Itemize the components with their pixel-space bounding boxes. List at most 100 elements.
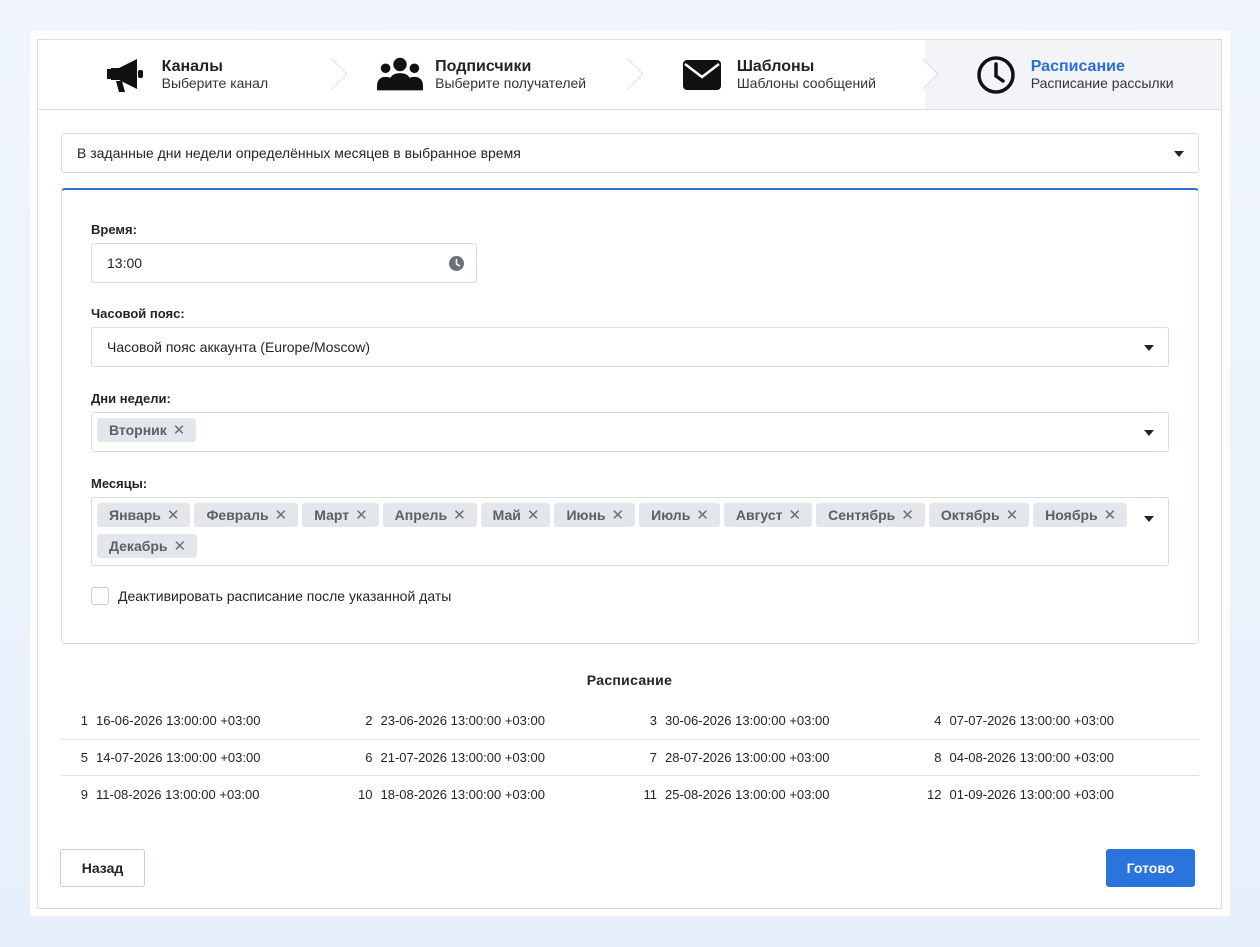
months-multiselect[interactable]: Январь ✕ Февраль ✕ Март ✕ Апрель ✕ Май ✕ Июнь… bbox=[91, 497, 1169, 566]
schedule-type-value: В заданные дни недели определённых месяц… bbox=[77, 145, 521, 161]
remove-tag-icon[interactable]: ✕ bbox=[355, 508, 368, 523]
remove-tag-icon[interactable]: ✕ bbox=[527, 508, 540, 523]
timezone-label: Часовой пояс: bbox=[91, 306, 185, 321]
clock-icon[interactable] bbox=[449, 256, 464, 274]
month-tag: Март ✕ bbox=[302, 503, 379, 527]
schedule-title: Расписание bbox=[586, 672, 673, 688]
schedule-index: 7 bbox=[649, 749, 657, 765]
back-button[interactable]: Назад bbox=[60, 849, 145, 887]
schedule-cell: 3 30-06-2026 13:00:00 +03:00 bbox=[630, 713, 915, 728]
schedule-datetime: 01-09-2026 13:00:00 +03:00 bbox=[949, 786, 1114, 802]
timezone-value: Часовой пояс аккаунта (Europe/Moscow) bbox=[107, 339, 371, 355]
schedule-index: 4 bbox=[934, 713, 942, 729]
month-tag: Май ✕ bbox=[480, 503, 551, 527]
remove-tag-icon[interactable]: ✕ bbox=[696, 508, 709, 523]
schedule-index: 3 bbox=[649, 713, 657, 729]
remove-tag-icon[interactable]: ✕ bbox=[612, 508, 625, 523]
month-tag: Сентябрь ✕ bbox=[816, 503, 925, 527]
schedule-datetime: 30-06-2026 13:00:00 +03:00 bbox=[665, 713, 830, 729]
step-title: Каналы bbox=[161, 57, 223, 75]
month-tag: Ноябрь ✕ bbox=[1033, 503, 1128, 527]
step-schedule[interactable]: Расписание Расписание рассылки bbox=[925, 40, 1221, 109]
step-subtitle: Выберите получателей bbox=[435, 74, 587, 91]
table-row: 9 11-08-2026 13:00:00 +03:00 10 18-08-2026… bbox=[61, 776, 1199, 813]
month-tag: Июнь ✕ bbox=[554, 503, 636, 527]
remove-tag-icon[interactable]: ✕ bbox=[1104, 508, 1117, 523]
deactivate-checkbox[interactable] bbox=[91, 587, 109, 605]
month-tag: Апрель ✕ bbox=[382, 503, 477, 527]
time-value: 13:00 bbox=[107, 255, 143, 271]
schedule-datetime: 28-07-2026 13:00:00 +03:00 bbox=[665, 749, 830, 765]
schedule-datetime: 14-07-2026 13:00:00 +03:00 bbox=[96, 749, 261, 765]
schedule-index: 10 bbox=[358, 786, 373, 802]
weekdays-label: Дни недели: bbox=[91, 391, 171, 406]
schedule-cell: 1 16-06-2026 13:00:00 +03:00 bbox=[61, 713, 346, 728]
schedule-index: 11 bbox=[643, 786, 658, 802]
schedule-cell: 11 25-08-2026 13:00:00 +03:00 bbox=[630, 787, 915, 802]
schedule-index: 12 bbox=[927, 786, 942, 802]
deactivate-label[interactable]: Деактивировать расписание после указанно… bbox=[118, 588, 451, 604]
step-subscribers[interactable]: Подписчики Выберите получателей bbox=[333, 40, 644, 109]
schedule-cell: 10 18-08-2026 13:00:00 +03:00 bbox=[346, 787, 631, 802]
month-tag: Август ✕ bbox=[723, 503, 813, 527]
remove-tag-icon[interactable]: ✕ bbox=[1006, 508, 1019, 523]
month-tag: Февраль ✕ bbox=[194, 503, 299, 527]
schedule-cell: 12 01-09-2026 13:00:00 +03:00 bbox=[915, 787, 1200, 802]
page-frame: Каналы Выберите канал Подписчики Выберит… bbox=[30, 31, 1230, 916]
time-label: Время: bbox=[91, 222, 137, 237]
remove-tag-icon[interactable]: ✕ bbox=[453, 508, 466, 523]
tag-label: Май bbox=[492, 507, 521, 523]
deactivate-row: Деактивировать расписание после указанно… bbox=[91, 587, 451, 605]
step-templates[interactable]: Шаблоны Шаблоны сообщений bbox=[629, 40, 939, 109]
schedule-datetime: 25-08-2026 13:00:00 +03:00 bbox=[665, 786, 830, 802]
tag-label: Март bbox=[314, 507, 350, 523]
remove-tag-icon[interactable]: ✕ bbox=[173, 423, 186, 438]
month-tag: Октябрь ✕ bbox=[928, 503, 1030, 527]
weekday-tag: Вторник ✕ bbox=[97, 418, 197, 442]
caret-down-icon bbox=[1144, 345, 1154, 351]
done-button[interactable]: Готово bbox=[1106, 849, 1195, 887]
envelope-icon bbox=[679, 55, 725, 95]
table-row: 1 16-06-2026 13:00:00 +03:00 2 23-06-2026 … bbox=[61, 703, 1199, 740]
schedule-datetime: 18-08-2026 13:00:00 +03:00 bbox=[380, 786, 545, 802]
caret-down-icon bbox=[1144, 430, 1154, 436]
remove-tag-icon[interactable]: ✕ bbox=[167, 508, 180, 523]
step-title: Подписчики bbox=[435, 57, 532, 75]
month-tag: Июль ✕ bbox=[639, 503, 720, 527]
schedule-index: 9 bbox=[80, 786, 88, 802]
tag-label: Июль bbox=[651, 507, 691, 523]
remove-tag-icon[interactable]: ✕ bbox=[901, 508, 914, 523]
tag-label: Декабрь bbox=[109, 538, 168, 554]
remove-tag-icon[interactable]: ✕ bbox=[275, 508, 288, 523]
schedule-datetime: 16-06-2026 13:00:00 +03:00 bbox=[96, 713, 261, 729]
schedule-cell: 7 28-07-2026 13:00:00 +03:00 bbox=[630, 750, 915, 765]
caret-down-icon bbox=[1174, 151, 1184, 157]
remove-tag-icon[interactable]: ✕ bbox=[174, 539, 187, 554]
schedule-datetime: 11-08-2026 13:00:00 +03:00 bbox=[96, 786, 260, 802]
schedule-settings-panel: Время: 13:00 Часовой пояс: Часовой пояс … bbox=[61, 188, 1199, 644]
schedule-index: 1 bbox=[80, 713, 88, 729]
wizard-steps: Каналы Выберите канал Подписчики Выберит… bbox=[38, 40, 1221, 110]
remove-tag-icon[interactable]: ✕ bbox=[789, 508, 802, 523]
tag-label: Февраль bbox=[206, 507, 269, 523]
months-label: Месяцы: bbox=[91, 476, 148, 491]
schedule-cell: 9 11-08-2026 13:00:00 +03:00 bbox=[61, 787, 346, 802]
schedule-type-select[interactable]: В заданные дни недели определённых месяц… bbox=[61, 133, 1199, 173]
tag-label: Апрель bbox=[394, 507, 448, 523]
caret-down-icon bbox=[1144, 516, 1154, 522]
weekdays-multiselect[interactable]: Вторник ✕ bbox=[91, 412, 1169, 452]
step-channels[interactable]: Каналы Выберите канал bbox=[38, 40, 348, 109]
schedule-datetime: 04-08-2026 13:00:00 +03:00 bbox=[949, 749, 1114, 765]
schedule-datetime: 07-07-2026 13:00:00 +03:00 bbox=[949, 713, 1114, 729]
timezone-select[interactable]: Часовой пояс аккаунта (Europe/Moscow) bbox=[91, 327, 1169, 367]
schedule-index: 2 bbox=[365, 713, 373, 729]
clock-icon bbox=[973, 55, 1019, 95]
users-icon bbox=[377, 55, 424, 95]
schedule-datetime: 23-06-2026 13:00:00 +03:00 bbox=[380, 713, 545, 729]
tag-label: Январь bbox=[109, 507, 161, 523]
schedule-cell: 2 23-06-2026 13:00:00 +03:00 bbox=[346, 713, 631, 728]
tag-label: Июнь bbox=[566, 507, 606, 523]
time-input[interactable]: 13:00 bbox=[91, 243, 477, 283]
wizard-card: Каналы Выберите канал Подписчики Выберит… bbox=[37, 39, 1222, 909]
tag-label: Сентябрь bbox=[828, 507, 896, 523]
